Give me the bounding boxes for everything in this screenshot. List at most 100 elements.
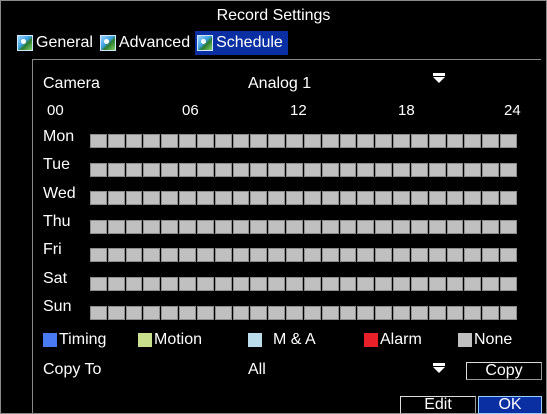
camera-dropdown-arrow-icon[interactable] xyxy=(433,73,445,83)
schedule-slot[interactable] xyxy=(428,220,446,234)
schedule-slot[interactable] xyxy=(90,306,107,320)
schedule-slot[interactable] xyxy=(268,277,286,291)
schedule-slot[interactable] xyxy=(143,220,161,234)
schedule-slot[interactable] xyxy=(179,191,196,205)
schedule-slot[interactable] xyxy=(321,306,339,320)
schedule-slot[interactable] xyxy=(196,163,214,177)
schedule-slot[interactable] xyxy=(393,163,410,177)
schedule-slot[interactable] xyxy=(375,134,393,148)
schedule-slot[interactable] xyxy=(107,163,125,177)
tab-general[interactable]: General xyxy=(15,31,98,55)
copy-button[interactable]: Copy xyxy=(466,362,542,380)
schedule-slot[interactable] xyxy=(303,191,321,205)
schedule-slot[interactable] xyxy=(339,306,357,320)
schedule-slot[interactable] xyxy=(357,163,375,177)
schedule-slot[interactable] xyxy=(446,134,464,148)
schedule-row-thu[interactable] xyxy=(90,220,517,234)
schedule-slot[interactable] xyxy=(125,134,143,148)
schedule-slot[interactable] xyxy=(339,134,357,148)
schedule-row-wed[interactable] xyxy=(90,191,517,205)
schedule-slot[interactable] xyxy=(410,306,428,320)
schedule-slot[interactable] xyxy=(250,248,268,262)
schedule-slot[interactable] xyxy=(321,191,339,205)
schedule-slot[interactable] xyxy=(464,248,482,262)
schedule-slot[interactable] xyxy=(268,134,286,148)
schedule-slot[interactable] xyxy=(232,306,250,320)
schedule-slot[interactable] xyxy=(339,277,357,291)
schedule-slot[interactable] xyxy=(250,306,268,320)
schedule-slot[interactable] xyxy=(357,134,375,148)
schedule-slot[interactable] xyxy=(357,191,375,205)
schedule-slot[interactable] xyxy=(500,220,517,234)
schedule-slot[interactable] xyxy=(321,220,339,234)
schedule-slot[interactable] xyxy=(500,277,517,291)
schedule-slot[interactable] xyxy=(125,191,143,205)
schedule-slot[interactable] xyxy=(464,306,482,320)
schedule-slot[interactable] xyxy=(321,248,339,262)
schedule-slot[interactable] xyxy=(375,220,393,234)
schedule-slot[interactable] xyxy=(428,277,446,291)
schedule-slot[interactable] xyxy=(232,220,250,234)
schedule-slot[interactable] xyxy=(107,306,125,320)
schedule-slot[interactable] xyxy=(464,191,482,205)
schedule-slot[interactable] xyxy=(303,306,321,320)
camera-select-value[interactable]: Analog 1 xyxy=(248,75,311,93)
schedule-slot[interactable] xyxy=(446,191,464,205)
schedule-slot[interactable] xyxy=(286,248,303,262)
schedule-slot[interactable] xyxy=(410,248,428,262)
schedule-slot[interactable] xyxy=(428,163,446,177)
schedule-slot[interactable] xyxy=(268,163,286,177)
schedule-slot[interactable] xyxy=(303,277,321,291)
schedule-slot[interactable] xyxy=(179,306,196,320)
copy-to-select-value[interactable]: All xyxy=(248,361,266,379)
schedule-slot[interactable] xyxy=(393,134,410,148)
schedule-slot[interactable] xyxy=(375,277,393,291)
schedule-slot[interactable] xyxy=(286,277,303,291)
schedule-slot[interactable] xyxy=(446,248,464,262)
schedule-slot[interactable] xyxy=(482,163,500,177)
schedule-slot[interactable] xyxy=(428,134,446,148)
schedule-slot[interactable] xyxy=(482,277,500,291)
schedule-slot[interactable] xyxy=(446,306,464,320)
schedule-slot[interactable] xyxy=(232,277,250,291)
schedule-slot[interactable] xyxy=(428,306,446,320)
schedule-slot[interactable] xyxy=(268,220,286,234)
schedule-slot[interactable] xyxy=(214,220,232,234)
schedule-slot[interactable] xyxy=(428,248,446,262)
schedule-slot[interactable] xyxy=(161,191,179,205)
schedule-slot[interactable] xyxy=(214,277,232,291)
schedule-slot[interactable] xyxy=(214,134,232,148)
schedule-slot[interactable] xyxy=(143,163,161,177)
schedule-slot[interactable] xyxy=(143,134,161,148)
schedule-row-sun[interactable] xyxy=(90,306,517,320)
schedule-slot[interactable] xyxy=(464,220,482,234)
schedule-slot[interactable] xyxy=(107,134,125,148)
schedule-slot[interactable] xyxy=(339,248,357,262)
schedule-slot[interactable] xyxy=(286,134,303,148)
schedule-slot[interactable] xyxy=(303,220,321,234)
schedule-slot[interactable] xyxy=(196,134,214,148)
schedule-slot[interactable] xyxy=(107,248,125,262)
schedule-slot[interactable] xyxy=(357,306,375,320)
schedule-slot[interactable] xyxy=(500,248,517,262)
schedule-slot[interactable] xyxy=(125,163,143,177)
schedule-slot[interactable] xyxy=(268,248,286,262)
schedule-slot[interactable] xyxy=(250,134,268,148)
schedule-slot[interactable] xyxy=(286,163,303,177)
schedule-slot[interactable] xyxy=(179,134,196,148)
copy-to-dropdown-arrow-icon[interactable] xyxy=(433,363,445,373)
tab-schedule[interactable]: Schedule xyxy=(195,31,288,55)
schedule-slot[interactable] xyxy=(500,306,517,320)
schedule-slot[interactable] xyxy=(90,134,107,148)
schedule-slot[interactable] xyxy=(90,248,107,262)
schedule-slot[interactable] xyxy=(268,191,286,205)
schedule-slot[interactable] xyxy=(410,220,428,234)
schedule-slot[interactable] xyxy=(375,191,393,205)
schedule-slot[interactable] xyxy=(90,163,107,177)
schedule-slot[interactable] xyxy=(232,248,250,262)
schedule-slot[interactable] xyxy=(214,306,232,320)
schedule-slot[interactable] xyxy=(393,248,410,262)
schedule-slot[interactable] xyxy=(357,248,375,262)
schedule-slot[interactable] xyxy=(321,163,339,177)
schedule-slot[interactable] xyxy=(90,191,107,205)
